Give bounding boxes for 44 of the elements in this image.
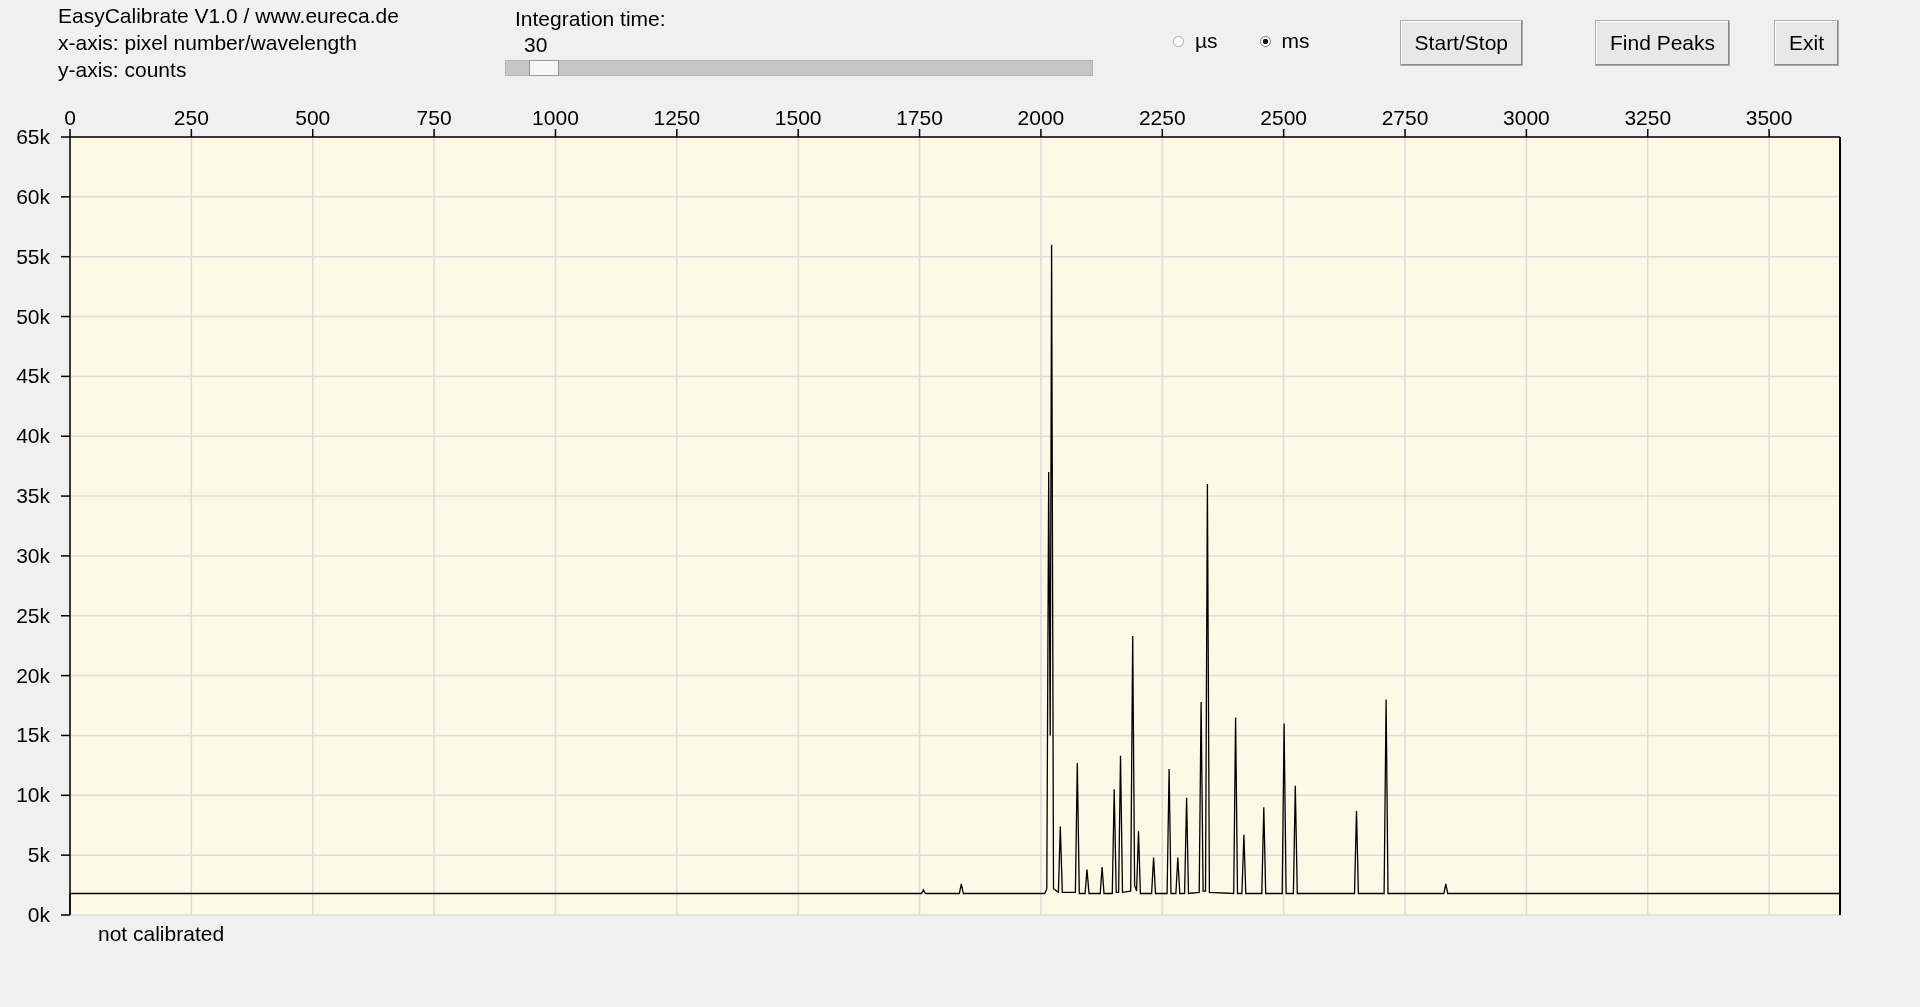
y-tick-label: 65k xyxy=(16,125,50,148)
y-tick-label: 5k xyxy=(27,843,50,867)
y-tick-label: 30k xyxy=(16,543,50,567)
x-tick-label: 3250 xyxy=(1624,106,1672,129)
y-tick-label: 25k xyxy=(16,603,50,627)
x-tick-label: 2000 xyxy=(1017,106,1065,129)
integration-label: Integration time: xyxy=(514,6,667,32)
integration-value: 30 xyxy=(523,32,549,58)
action-button[interactable]: Find Peaks xyxy=(1595,20,1731,66)
radio-label[interactable]: µs xyxy=(1195,29,1218,53)
x-tick-label: 1250 xyxy=(653,106,701,129)
info-text: EasyCalibrate V1.0 / www.eureca.de xyxy=(58,3,400,29)
x-tick-label: 750 xyxy=(416,106,452,129)
x-tick-label: 3000 xyxy=(1503,106,1550,129)
x-tick-label: 2250 xyxy=(1138,106,1186,129)
y-tick-label: 20k xyxy=(16,663,50,687)
slider-thumb[interactable] xyxy=(529,60,560,76)
info-text: y-axis: counts xyxy=(58,57,188,83)
x-tick-label: 2750 xyxy=(1381,106,1429,129)
x-tick-label: 1500 xyxy=(774,106,822,129)
x-tick-label: 2500 xyxy=(1260,106,1307,129)
y-tick-label: 35k xyxy=(16,484,50,508)
integration-slider[interactable] xyxy=(505,60,1093,76)
x-tick-label: 1000 xyxy=(532,106,579,129)
x-tick-label: 0 xyxy=(64,106,76,129)
radio-button[interactable] xyxy=(1173,35,1184,47)
x-tick-label: 1750 xyxy=(896,106,943,129)
x-tick-label: 500 xyxy=(295,106,331,129)
y-tick-label: 60k xyxy=(16,184,50,208)
y-tick-label: 45k xyxy=(16,364,50,388)
calibration-status: not calibrated xyxy=(98,922,225,945)
action-button[interactable]: Exit xyxy=(1774,20,1840,66)
y-tick-label: 0k xyxy=(27,903,50,926)
y-tick-label: 15k xyxy=(16,723,50,747)
info-text: x-axis: pixel number/wavelength xyxy=(58,30,358,56)
x-tick-label: 250 xyxy=(173,106,209,129)
radio-label[interactable]: ms xyxy=(1281,29,1310,53)
action-button[interactable]: Start/Stop xyxy=(1399,20,1523,66)
y-tick-label: 55k xyxy=(16,244,50,268)
y-tick-label: 40k xyxy=(16,424,50,448)
y-tick-label: 50k xyxy=(16,304,50,328)
radio-button[interactable] xyxy=(1259,35,1271,47)
y-tick-label: 10k xyxy=(16,783,50,807)
x-tick-label: 3500 xyxy=(1745,106,1793,129)
